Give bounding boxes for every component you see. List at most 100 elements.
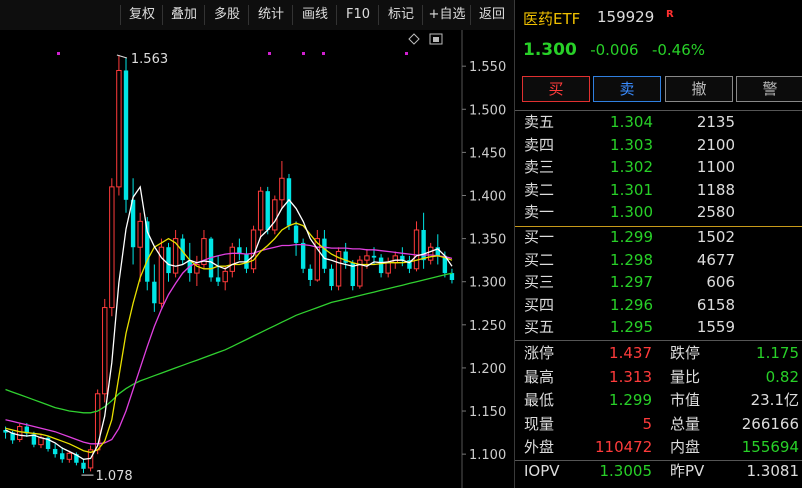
stat-label: IOPV (524, 461, 560, 480)
price-tick-label: 1.500 (469, 103, 506, 118)
chart-toolbar: 复权 叠加 多股 统计 画线 F10 标记 +自选 返回 (0, 0, 514, 30)
ask-price: 1.302 (610, 158, 653, 176)
toolbar-back-button[interactable]: 返回 (470, 5, 513, 25)
stat-label: 涨停 (524, 344, 555, 362)
window-toggle-icon-inner (433, 37, 439, 42)
high-label: 1.563 (131, 52, 168, 67)
ask-price: 1.300 (610, 203, 653, 221)
moving-average-lines (5, 185, 453, 460)
stats-row: 现量 5 总量 266166 (515, 413, 802, 435)
toolbar-overlay-button[interactable]: 叠加 (162, 5, 205, 25)
ma5-line (5, 185, 453, 460)
stats-row: 最高 1.313 量比 0.82 (515, 366, 802, 388)
candle-body (378, 257, 384, 274)
ask-level-label: 卖一 (524, 203, 555, 221)
ma60-line (5, 272, 453, 414)
bid-price: 1.299 (610, 228, 653, 246)
security-name: 医药ETF (523, 10, 581, 28)
stat-label: 最低 (524, 391, 555, 409)
price-tick-label: 1.100 (469, 448, 506, 463)
ask-price: 1.301 (610, 180, 653, 199)
toolbar-statistics-button[interactable]: 统计 (248, 5, 293, 25)
ask-volume: 1100 (696, 158, 735, 176)
toolbar-f10-button[interactable]: F10 (336, 5, 379, 25)
stat-value: 1.175 (756, 344, 799, 362)
toolbar-mark-button[interactable]: 标记 (378, 5, 423, 25)
toolbar-draw-line-button[interactable]: 画线 (292, 5, 337, 25)
stats-row: IOPV 1.3005 昨PV 1.3081 (515, 460, 802, 482)
stat-value: 1.299 (609, 391, 652, 409)
stats-row: 涨停 1.437 跌停 1.175 (515, 342, 802, 364)
event-marker-dot (268, 52, 271, 55)
candle-body (257, 190, 264, 231)
candle-body (329, 268, 334, 287)
candle-body (229, 246, 235, 272)
sell-button[interactable]: 卖 (593, 76, 661, 102)
candle-body (222, 270, 228, 283)
price-tick-label: 1.250 (469, 319, 506, 334)
ask-row: 卖三 1.302 1100 (515, 156, 802, 178)
event-marker-dot (405, 52, 408, 55)
candle-body (215, 277, 221, 282)
chart-corner-icons (408, 33, 443, 45)
bid-level-label: 买四 (524, 295, 555, 314)
stat-label: 市值 (670, 391, 701, 409)
bid-row: 买一 1.299 1502 (515, 226, 802, 248)
bid-volume: 6158 (696, 295, 735, 314)
candle-body (60, 453, 65, 460)
ask-volume: 1188 (696, 180, 735, 199)
ask-row: 卖四 1.303 2100 (515, 134, 802, 156)
candle-body (17, 426, 23, 440)
stat-label: 昨PV (670, 461, 705, 480)
diamond-icon[interactable] (408, 33, 420, 45)
candle-body (109, 186, 115, 309)
ask-row: 卖二 1.301 1188 (515, 179, 802, 201)
bid-level-label: 买三 (524, 273, 555, 291)
security-code: 159929 (597, 8, 655, 26)
candle-body (81, 462, 86, 469)
bid-level-label: 买五 (524, 318, 555, 336)
price-line: 1.300 -0.006 -0.46% (523, 40, 705, 60)
price-tick-label: 1.200 (469, 362, 506, 377)
bid-row: 买三 1.297 606 (515, 271, 802, 293)
event-marker-dot (57, 52, 60, 55)
price-axis: 1.550 1.500 1.450 1.400 1.350 1.300 1.250 1.200… (461, 30, 506, 488)
ask-level-label: 卖二 (524, 180, 555, 199)
candle-body (322, 238, 327, 269)
candle-body (250, 229, 257, 270)
stat-value: 0.82 (765, 367, 799, 386)
candle-body (293, 225, 299, 243)
candle-body (385, 262, 391, 274)
stat-label: 量比 (670, 367, 701, 386)
alert-button[interactable]: 警 (736, 76, 802, 102)
bid-price: 1.295 (610, 318, 653, 336)
toolbar-multi-stock-button[interactable]: 多股 (204, 5, 249, 25)
ask-volume: 2135 (696, 113, 735, 131)
candle-body (116, 69, 122, 188)
candle-body (265, 191, 270, 230)
stat-value: 1.3005 (599, 461, 653, 480)
stats-row: 外盘 110472 内盘 155694 (515, 436, 802, 458)
candle-body (166, 247, 171, 274)
bid-volume: 1559 (696, 318, 735, 336)
candle-body (400, 255, 405, 261)
candle-body (137, 220, 143, 248)
bid-level-label: 买二 (524, 250, 555, 269)
candle-body (413, 229, 420, 270)
cancel-order-button[interactable]: 撤 (665, 76, 733, 102)
buy-button[interactable]: 买 (522, 76, 590, 102)
candle-body (52, 448, 58, 455)
ask-price: 1.304 (610, 113, 653, 131)
candle-body (308, 268, 313, 280)
bid-volume: 606 (706, 273, 735, 291)
toolbar-restore-rights-button[interactable]: 复权 (120, 5, 163, 25)
event-marker-dot (302, 52, 305, 55)
stat-label: 最高 (524, 367, 555, 386)
candlestick-chart[interactable]: 1.550 1.500 1.450 1.400 1.350 1.300 1.250 1.200… (0, 30, 514, 488)
candle-body (279, 177, 285, 201)
ma10-line (5, 222, 453, 454)
toolbar-add-watchlist-button[interactable]: +自选 (422, 5, 471, 25)
last-price: 1.300 (523, 40, 577, 60)
price-tick-label: 1.450 (469, 146, 506, 161)
ask-price: 1.303 (610, 135, 653, 154)
